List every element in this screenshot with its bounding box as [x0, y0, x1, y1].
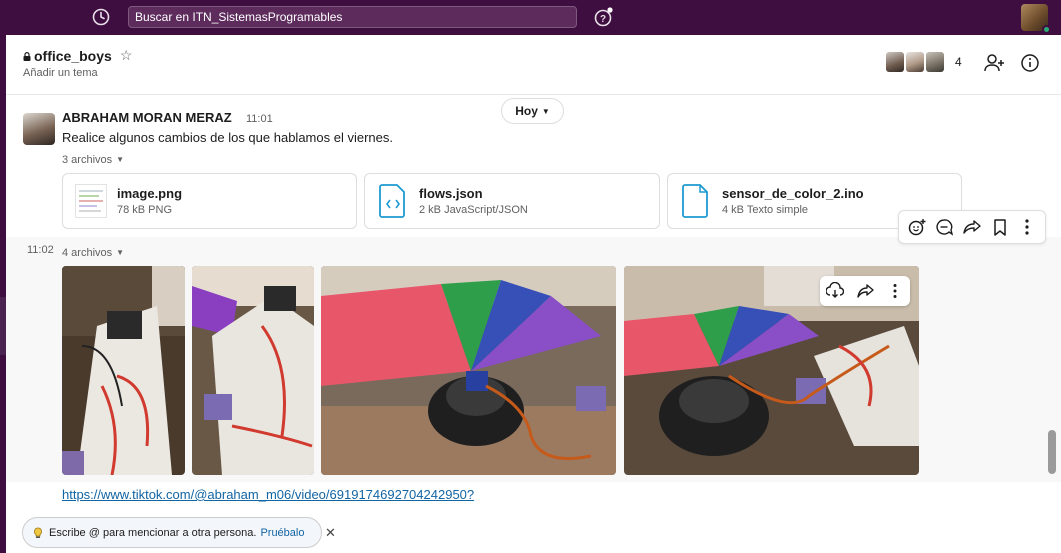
files-count-label: 4 archivos — [62, 247, 113, 259]
date-divider-label: Hoy — [515, 104, 538, 118]
history-icon[interactable] — [92, 8, 110, 26]
file-name: flows.json — [419, 186, 483, 201]
top-bar: Buscar en ITN_SistemasProgramables ? — [0, 0, 1061, 35]
files-count-label: 3 archivos — [62, 154, 113, 166]
search-input[interactable]: Buscar en ITN_SistemasProgramables — [128, 6, 577, 28]
image-actions-toolbar — [820, 276, 910, 306]
scrollbar-thumb[interactable] — [1048, 430, 1056, 474]
sender-name[interactable]: ABRAHAM MORAN MERAZ — [62, 110, 232, 125]
add-member-icon[interactable] — [983, 52, 1005, 74]
help-icon[interactable]: ? — [594, 7, 614, 27]
more-actions-icon[interactable] — [1017, 217, 1037, 237]
file-name: sensor_de_color_2.ino — [722, 186, 864, 201]
image-attachment[interactable] — [62, 266, 185, 475]
svg-text:?: ? — [600, 14, 606, 25]
user-avatar[interactable] — [1021, 4, 1051, 34]
date-divider-button[interactable]: Hoy ▼ — [501, 98, 564, 124]
message-actions-toolbar — [898, 210, 1046, 244]
file-card[interactable]: image.png 78 kB PNG — [62, 173, 357, 229]
star-icon[interactable]: ☆ — [120, 47, 133, 64]
text-file-icon — [682, 184, 708, 218]
message-timestamp[interactable]: 11:01 — [246, 113, 273, 125]
mention-tip: Escribe @ para mencionar a otra persona.… — [22, 517, 322, 548]
files-toggle[interactable]: 3 archivos ▼ — [62, 154, 124, 166]
message-text: Realice algunos cambios de los que habla… — [62, 130, 393, 145]
image-attachment[interactable] — [192, 266, 314, 475]
file-meta: 4 kB Texto simple — [722, 204, 809, 216]
reply-thread-icon[interactable] — [934, 217, 954, 237]
channel-topic[interactable]: Añadir un tema — [23, 67, 98, 79]
member-list-button[interactable]: 4 — [886, 52, 962, 72]
files-toggle[interactable]: 4 archivos ▼ — [62, 247, 124, 259]
channel-header: office_boys ☆ Añadir un tema 4 — [6, 35, 1061, 95]
more-actions-icon[interactable] — [886, 282, 904, 300]
lightbulb-icon — [34, 527, 42, 538]
member-avatar — [906, 52, 924, 72]
image-thumbnail-icon — [75, 184, 107, 218]
member-avatar — [886, 52, 904, 72]
file-card[interactable]: flows.json 2 kB JavaScript/JSON — [364, 173, 660, 229]
lock-icon — [23, 52, 31, 61]
caret-down-icon: ▼ — [116, 248, 125, 257]
share-icon[interactable] — [962, 217, 982, 237]
channel-title[interactable]: office_boys ☆ — [23, 47, 132, 64]
code-file-icon — [379, 184, 405, 218]
sender-avatar[interactable] — [23, 113, 55, 145]
member-avatar — [926, 52, 944, 72]
info-icon[interactable] — [1019, 52, 1041, 74]
caret-down-icon: ▼ — [116, 155, 125, 164]
message-link[interactable]: https://www.tiktok.com/@abraham_m06/vide… — [62, 487, 474, 502]
bookmark-icon[interactable] — [990, 217, 1010, 237]
download-icon[interactable] — [826, 282, 844, 300]
chevron-down-icon: ▼ — [541, 107, 550, 116]
member-count: 4 — [955, 55, 962, 69]
presence-indicator — [1042, 25, 1051, 34]
channel-name: office_boys — [34, 47, 112, 64]
tip-text: Escribe @ para mencionar a otra persona. — [49, 526, 257, 539]
file-name: image.png — [117, 186, 183, 201]
add-reaction-icon[interactable] — [907, 217, 927, 237]
file-meta: 78 kB PNG — [117, 204, 173, 216]
image-attachment[interactable] — [321, 266, 616, 475]
share-icon[interactable] — [856, 282, 874, 300]
tip-action-link[interactable]: Pruébalo — [260, 527, 304, 539]
message-timestamp[interactable]: 11:02 — [27, 244, 54, 256]
close-icon[interactable]: ✕ — [325, 525, 336, 541]
file-meta: 2 kB JavaScript/JSON — [419, 204, 528, 216]
